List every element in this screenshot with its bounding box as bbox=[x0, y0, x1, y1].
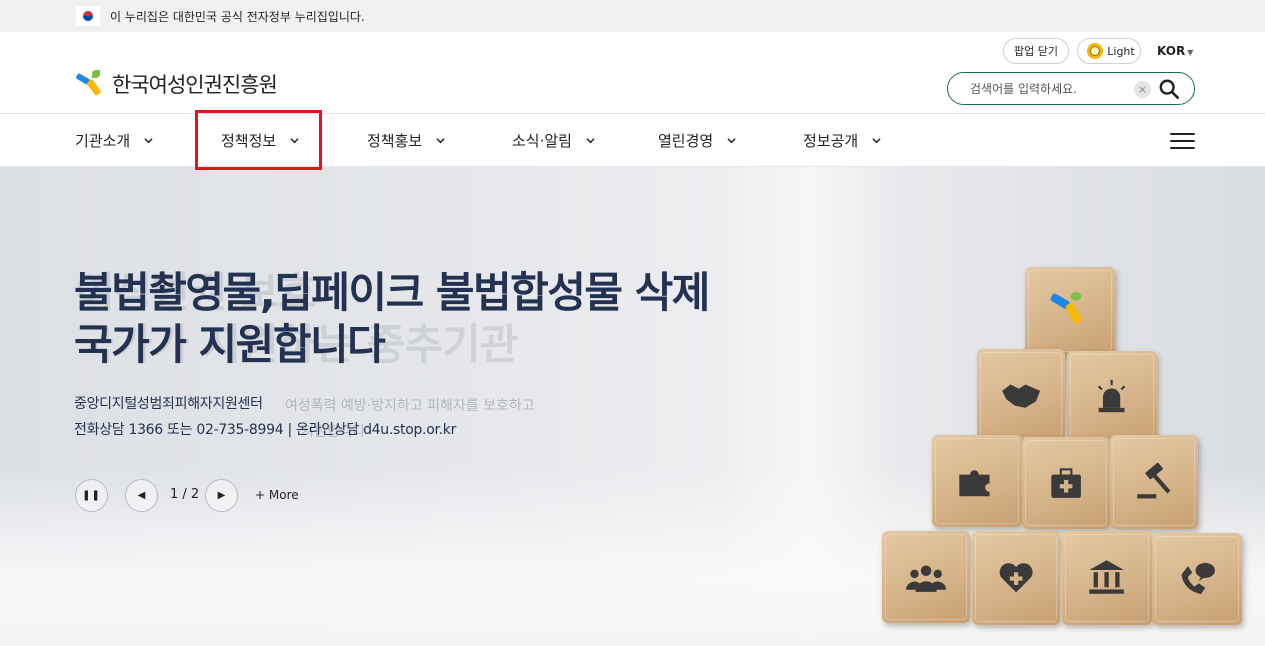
pause-button[interactable]: ❚❚ bbox=[75, 479, 108, 512]
first-aid-block bbox=[1022, 437, 1110, 529]
nav-item-news[interactable]: 소식·알림 bbox=[512, 114, 595, 167]
nav-item-label: 정책홍보 bbox=[367, 132, 423, 150]
nav-item-policy-info[interactable]: 정책정보 bbox=[221, 114, 299, 167]
chevron-down-icon bbox=[144, 138, 153, 144]
alarm-block bbox=[1067, 351, 1157, 443]
chevron-down-icon bbox=[290, 138, 299, 144]
language-selector[interactable]: KOR ▼ bbox=[1157, 44, 1193, 58]
puzzle-block bbox=[932, 435, 1022, 527]
handshake-icon bbox=[1001, 384, 1040, 408]
sun-icon bbox=[1087, 43, 1104, 59]
pause-icon: ❚❚ bbox=[82, 490, 101, 501]
main-nav: 기관소개 정책정보 정책홍보 소식·알림 열린경영 정보공개 bbox=[0, 114, 1265, 167]
search-box: × bbox=[947, 72, 1195, 105]
nav-item-about[interactable]: 기관소개 bbox=[75, 114, 153, 167]
logo-text: 한국여성인권진흥원 bbox=[112, 73, 278, 97]
search-input[interactable] bbox=[970, 80, 1130, 98]
nav-item-label: 열린경영 bbox=[658, 132, 714, 150]
phone-chat-block bbox=[1152, 533, 1242, 625]
nav-item-label: 기관소개 bbox=[75, 132, 131, 150]
logo-block bbox=[1025, 267, 1115, 355]
language-label: KOR bbox=[1157, 44, 1186, 58]
theme-label: Light bbox=[1107, 44, 1135, 58]
hero-desc-line2: 전화상담 1366 또는 02-735-8994 | 온라인상담 d4u.sto… bbox=[74, 422, 457, 438]
nav-item-open-management[interactable]: 열린경영 bbox=[658, 114, 736, 167]
hero-title: 불법촬영물,딥페이크 불법합성물 삭제 국가가 지원합니다 bbox=[74, 267, 710, 371]
gov-banner-text: 이 누리집은 대한민국 공식 전자정부 누리집입니다. bbox=[110, 10, 365, 24]
gavel-icon bbox=[1137, 463, 1171, 499]
nav-item-policy-pr[interactable]: 정책홍보 bbox=[367, 114, 445, 167]
more-link[interactable]: + More bbox=[255, 488, 299, 502]
hero-description: 중앙디지털성범죄피해자지원센터 전화상담 1366 또는 02-735-8994… bbox=[74, 391, 456, 443]
hero-desc-line1: 중앙디지털성범죄피해자지원센터 bbox=[74, 396, 263, 412]
chevron-down-icon bbox=[872, 138, 881, 144]
group-block bbox=[882, 531, 970, 623]
nav-item-label: 정책정보 bbox=[221, 132, 277, 150]
slide-pager: 1 / 2 bbox=[170, 487, 200, 502]
chevron-down-icon bbox=[436, 138, 445, 144]
search-icon[interactable] bbox=[1158, 78, 1180, 100]
prev-slide-button[interactable]: ◀ bbox=[125, 479, 158, 512]
chevron-down-icon bbox=[586, 138, 595, 144]
chevron-down-icon bbox=[727, 138, 736, 144]
puzzle-icon bbox=[959, 470, 990, 497]
hero-title-line2: 국가가 지원합니다 bbox=[74, 320, 386, 369]
group-icon bbox=[905, 565, 947, 592]
site-header: 한국여성인권진흥원 팝업 닫기 Light KOR▼ × bbox=[0, 32, 1265, 114]
heart-plus-block bbox=[972, 531, 1060, 625]
heart-plus-icon bbox=[999, 563, 1033, 593]
logo-mark-icon bbox=[74, 68, 108, 100]
nav-item-label: 정보공개 bbox=[803, 132, 859, 150]
handshake-block bbox=[977, 349, 1065, 441]
hamburger-menu-icon[interactable] bbox=[1170, 133, 1195, 151]
clear-icon[interactable]: × bbox=[1134, 81, 1151, 98]
logo-mark-icon bbox=[1050, 291, 1083, 324]
theme-toggle-button[interactable]: Light bbox=[1077, 38, 1141, 64]
phone-chat-icon bbox=[1181, 562, 1216, 595]
alarm-icon bbox=[1098, 379, 1126, 413]
bank-icon bbox=[1089, 560, 1125, 595]
popup-close-button[interactable]: 팝업 닫기 bbox=[1003, 38, 1069, 64]
hero-title-line1: 불법촬영물,딥페이크 불법합성물 삭제 bbox=[74, 268, 710, 317]
hero-banner: 여성인권 보호 국가가 지원하는 중추기관 불법촬영물,딥페이크 불법합성물 삭… bbox=[0, 167, 1265, 646]
nav-item-disclosure[interactable]: 정보공개 bbox=[803, 114, 881, 167]
next-slide-button[interactable]: ▶ bbox=[205, 479, 238, 512]
nav-item-label: 소식·알림 bbox=[512, 132, 572, 150]
next-icon: ▶ bbox=[217, 490, 226, 501]
gavel-block bbox=[1110, 435, 1198, 529]
flag-icon bbox=[76, 6, 100, 26]
caret-down-icon: ▼ bbox=[1187, 48, 1194, 57]
prev-icon: ◀ bbox=[137, 490, 146, 501]
site-logo[interactable]: 한국여성인권진흥원 bbox=[74, 68, 278, 100]
bank-block bbox=[1062, 531, 1152, 625]
first-aid-icon bbox=[1051, 468, 1081, 498]
gov-banner: 이 누리집은 대한민국 공식 전자정부 누리집입니다. bbox=[0, 0, 1265, 32]
